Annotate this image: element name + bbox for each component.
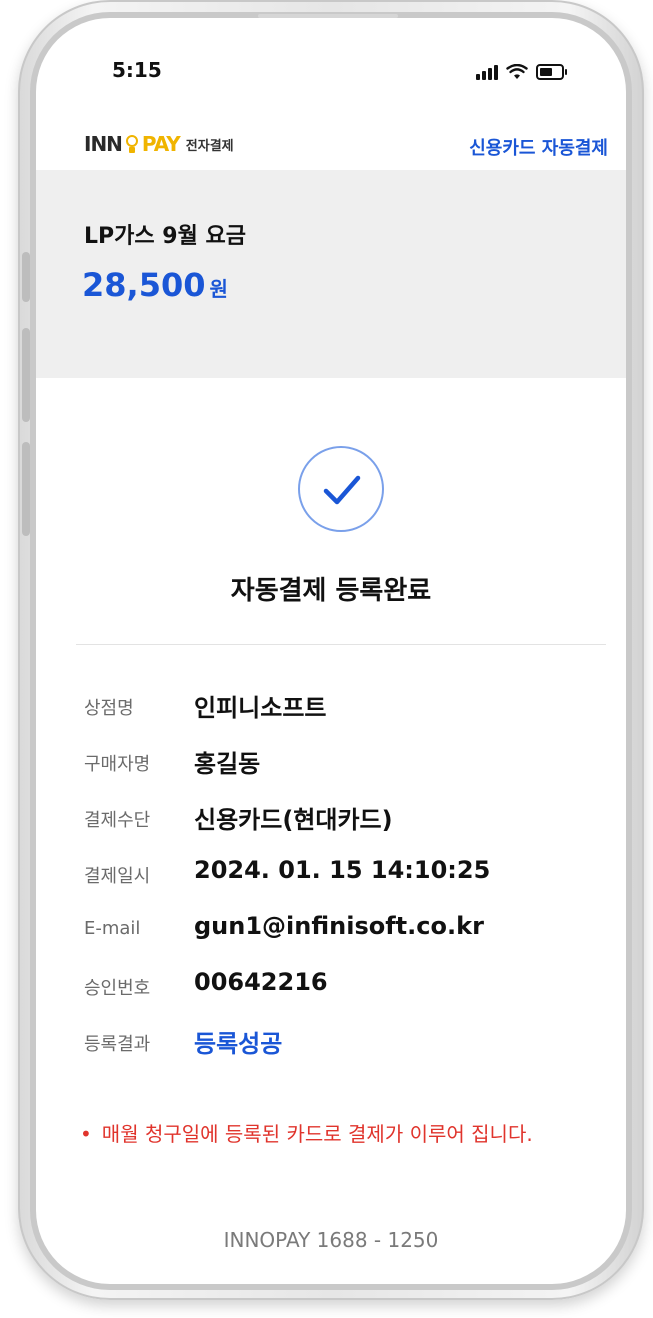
info-label: 등록결과 xyxy=(84,1034,151,1055)
info-row-method: 결제수단 신용카드(현대카드) xyxy=(84,800,604,840)
status-bar: 5:15 xyxy=(36,58,626,98)
billing-notice: • 매월 청구일에 등록된 카드로 결제가 이루어 집니다. xyxy=(80,1118,533,1147)
checkmark-icon xyxy=(323,475,361,505)
customer-service-phone: INNOPAY 1688 - 1250 xyxy=(223,1228,439,1252)
registration-result: 등록성공 xyxy=(194,1030,283,1058)
info-value: 홍길동 xyxy=(194,750,261,778)
amount-value: 28,500 xyxy=(82,266,206,304)
wifi-icon xyxy=(506,64,528,79)
success-check-badge xyxy=(298,446,384,532)
innopay-logo: INN PAY 전자결제 xyxy=(84,132,234,156)
payment-summary: LP가스 9월 요금 28,500 원 xyxy=(36,170,626,378)
divider xyxy=(76,644,606,645)
signal-icon xyxy=(476,65,498,80)
info-label: 구매자명 xyxy=(84,754,151,775)
info-row-buyer: 구매자명 홍길동 xyxy=(84,744,604,784)
info-row-datetime: 결제일시 2024. 01. 15 14:10:25 xyxy=(84,856,604,896)
info-value: 2024. 01. 15 14:10:25 xyxy=(194,856,491,884)
info-label: 상점명 xyxy=(84,698,134,719)
product-name: LP가스 9월 요금 xyxy=(84,224,246,249)
info-row-merchant: 상점명 인피니소프트 xyxy=(84,688,604,728)
side-button xyxy=(22,252,30,302)
success-title: 자동결제 등록완료 xyxy=(230,576,432,606)
info-value: 신용카드(현대카드) xyxy=(194,806,393,834)
notice-text: 매월 청구일에 등록된 카드로 결제가 이루어 집니다. xyxy=(101,1122,533,1146)
info-label: 승인번호 xyxy=(84,978,151,999)
payment-amount: 28,500 원 xyxy=(82,266,228,304)
status-time: 5:15 xyxy=(112,58,162,82)
lightbulb-icon xyxy=(123,134,141,154)
phone-screen: 5:15 INN PAY 전자결제 신용카드 자동결제 LP가스 9월 요금 2… xyxy=(36,18,626,1284)
logo-pay-text: PAY xyxy=(141,132,181,156)
bullet: • xyxy=(80,1122,92,1146)
payment-type-label: 신용카드 자동결제 xyxy=(469,138,608,159)
info-label: 결제일시 xyxy=(84,866,151,887)
info-label: 결제수단 xyxy=(84,810,151,831)
amount-unit: 원 xyxy=(209,277,228,301)
info-value: 00642216 xyxy=(194,968,328,996)
info-row-email: E-mail gun1@infinisoft.co.kr xyxy=(84,912,604,952)
info-row-approval: 승인번호 00642216 xyxy=(84,968,604,1008)
logo-inno-text: INN xyxy=(84,132,123,156)
info-row-result: 등록결과 등록성공 xyxy=(84,1024,604,1064)
side-button xyxy=(22,442,30,536)
info-value: gun1@infinisoft.co.kr xyxy=(194,912,484,940)
info-value: 인피니소프트 xyxy=(194,694,327,722)
logo-subtitle: 전자결제 xyxy=(185,138,234,154)
side-button xyxy=(22,328,30,422)
status-icons xyxy=(476,64,567,80)
info-label: E-mail xyxy=(84,918,141,939)
app-header: INN PAY 전자결제 신용카드 자동결제 xyxy=(36,118,626,168)
battery-icon xyxy=(536,64,567,80)
